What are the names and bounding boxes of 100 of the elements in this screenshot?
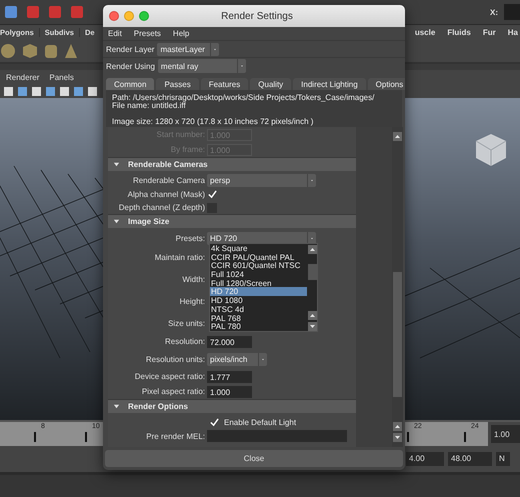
cube-icon[interactable] xyxy=(22,43,38,59)
field-label: Size units: xyxy=(167,318,206,328)
field-label: Device aspect ratio: xyxy=(134,372,206,381)
scroll-up-icon[interactable] xyxy=(393,132,402,141)
zoom-window-button[interactable] xyxy=(139,11,149,21)
section-header[interactable]: Render Options xyxy=(108,399,356,413)
number-field[interactable]: 72.000 xyxy=(207,336,252,348)
scrollbar-thumb[interactable] xyxy=(393,272,402,397)
renderer-dropdown[interactable]: mental ray xyxy=(158,59,246,73)
field-label: Height: xyxy=(178,296,206,306)
field-label: Pixel aspect ratio: xyxy=(140,387,206,396)
section-header[interactable]: Image Size xyxy=(108,214,356,228)
tick-mark xyxy=(85,432,87,442)
cylinder-icon[interactable] xyxy=(44,43,58,59)
collapse-arrow-icon[interactable] xyxy=(113,403,120,410)
checkbox-label: Enable Default Light xyxy=(224,418,296,426)
menu-item[interactable]: Ha xyxy=(508,28,518,37)
cone-icon[interactable] xyxy=(64,43,78,59)
dropdown-option[interactable]: PAL 768 xyxy=(210,314,307,322)
dropdown-option[interactable]: 4k Square xyxy=(210,244,307,253)
menu-item[interactable]: Panels xyxy=(49,72,74,82)
tab[interactable]: Quality xyxy=(250,78,292,90)
range-field[interactable]: 4.00 xyxy=(406,452,444,466)
tool-icon[interactable] xyxy=(3,4,19,20)
caret-icon xyxy=(258,352,267,366)
dropdown-option[interactable]: CCIR PAL/Quantel PAL xyxy=(210,252,307,262)
menu-item[interactable]: Help xyxy=(172,29,190,38)
render-using-label: Render Using xyxy=(106,62,155,70)
panel-tool-icon[interactable] xyxy=(31,86,42,96)
dropdown[interactable]: HD 720 xyxy=(207,232,316,244)
panel-tool-icon[interactable] xyxy=(73,86,84,96)
scrollbar[interactable] xyxy=(392,127,403,447)
view-cube-icon[interactable] xyxy=(474,132,508,168)
dropdown-option[interactable]: CCIR 601/Quantel NTSC xyxy=(210,261,307,270)
number-field[interactable]: 1.000 xyxy=(207,386,252,398)
collapse-arrow-icon[interactable] xyxy=(113,161,120,168)
dropdown-list[interactable]: 4k Square CCIR PAL/Quantel PAL CCIR 601/Quantel NTSC Full 1024 Full 1280/Screen HD 720 HD 1080 NTSC 4d PAL 768 PAL 780 xyxy=(209,243,318,332)
field-label: Resolution units: xyxy=(144,354,206,364)
render-layer-dropdown[interactable]: masterLayer xyxy=(157,42,220,56)
dropdown-option[interactable]: NTSC 4d xyxy=(210,304,307,314)
tick-mark xyxy=(407,432,409,442)
dropdown-option[interactable]: HD 1080 xyxy=(210,296,307,305)
dropdown-option[interactable]: Full 1024 xyxy=(210,270,307,279)
section-title: Image Size xyxy=(128,217,170,226)
close-window-button[interactable] xyxy=(109,11,119,21)
dropdown[interactable]: persp xyxy=(207,174,316,187)
menu-item[interactable]: Presets xyxy=(134,29,161,38)
tab[interactable]: Features xyxy=(200,78,248,90)
tool-icon[interactable] xyxy=(25,4,41,20)
section-title: Renderable Cameras xyxy=(128,160,208,169)
section-title: Render Options xyxy=(128,402,188,411)
scrollbar-thumb[interactable] xyxy=(308,264,317,280)
collapse-arrow-icon[interactable] xyxy=(113,218,120,225)
coordinate-label: X: xyxy=(490,8,498,16)
image-size-text: Image size: 1280 x 720 (17.8 x 10 inches 72 pixels/inch ) xyxy=(112,118,314,126)
list-scrollbar[interactable] xyxy=(307,244,317,331)
menu-item[interactable]: Fur xyxy=(482,28,496,37)
scroll-down-icon[interactable] xyxy=(308,322,317,331)
menu-item[interactable]: uscle xyxy=(414,28,436,37)
text-field[interactable] xyxy=(207,430,347,442)
menu-item[interactable]: Fluids xyxy=(447,28,471,37)
scroll-up-icon[interactable] xyxy=(308,311,317,320)
render-layer-label: Render Layer xyxy=(106,44,154,54)
coordinate-field[interactable] xyxy=(504,4,520,20)
close-button[interactable]: Close xyxy=(105,450,403,467)
dropdown-option[interactable]: PAL 780 xyxy=(210,322,307,331)
tick-mark xyxy=(464,432,466,442)
tab[interactable]: Options xyxy=(368,78,405,90)
tab[interactable]: Passes xyxy=(156,78,199,90)
checkbox-label: Depth channel (Z depth) xyxy=(118,203,206,212)
menu-item[interactable]: Renderer xyxy=(6,72,40,82)
dropdown-option[interactable]: Full 1280/Screen xyxy=(210,278,307,288)
dropdown[interactable]: pixels/inch xyxy=(207,352,267,366)
caret-icon xyxy=(307,174,316,187)
current-frame-field[interactable]: 1.00 xyxy=(491,425,520,443)
field-label: Pre render MEL: xyxy=(145,432,206,440)
panel-tool-icon[interactable] xyxy=(59,86,70,96)
sphere-icon[interactable] xyxy=(0,43,16,59)
tool-icon[interactable] xyxy=(69,4,85,20)
scroll-down-icon[interactable] xyxy=(393,433,402,442)
tab[interactable]: Common xyxy=(106,78,154,90)
window-title: Render Settings xyxy=(220,10,294,22)
number-field[interactable]: 1.777 xyxy=(207,370,252,382)
tool-icon[interactable] xyxy=(47,4,63,20)
field-label: Width: xyxy=(181,274,206,284)
range-field[interactable]: 48.00 xyxy=(448,452,492,466)
menu-item[interactable]: Edit xyxy=(108,29,122,38)
panel-tool-icon[interactable] xyxy=(45,86,56,96)
panel-tool-icon[interactable] xyxy=(87,86,98,96)
range-field[interactable]: N xyxy=(496,452,510,466)
panel-tool-icon[interactable] xyxy=(3,86,14,96)
checkbox[interactable] xyxy=(209,417,219,427)
scroll-up-icon[interactable] xyxy=(308,245,317,254)
file-name-text: File name: untitled.iff xyxy=(112,102,186,110)
section-header[interactable]: Renderable Cameras xyxy=(108,157,356,171)
scroll-up-icon[interactable] xyxy=(393,422,402,431)
field-label: Maintain ratio: xyxy=(154,252,206,262)
checkbox[interactable] xyxy=(207,190,217,200)
panel-tool-icon[interactable] xyxy=(17,86,28,96)
tab[interactable]: Indirect Lighting xyxy=(293,78,366,90)
